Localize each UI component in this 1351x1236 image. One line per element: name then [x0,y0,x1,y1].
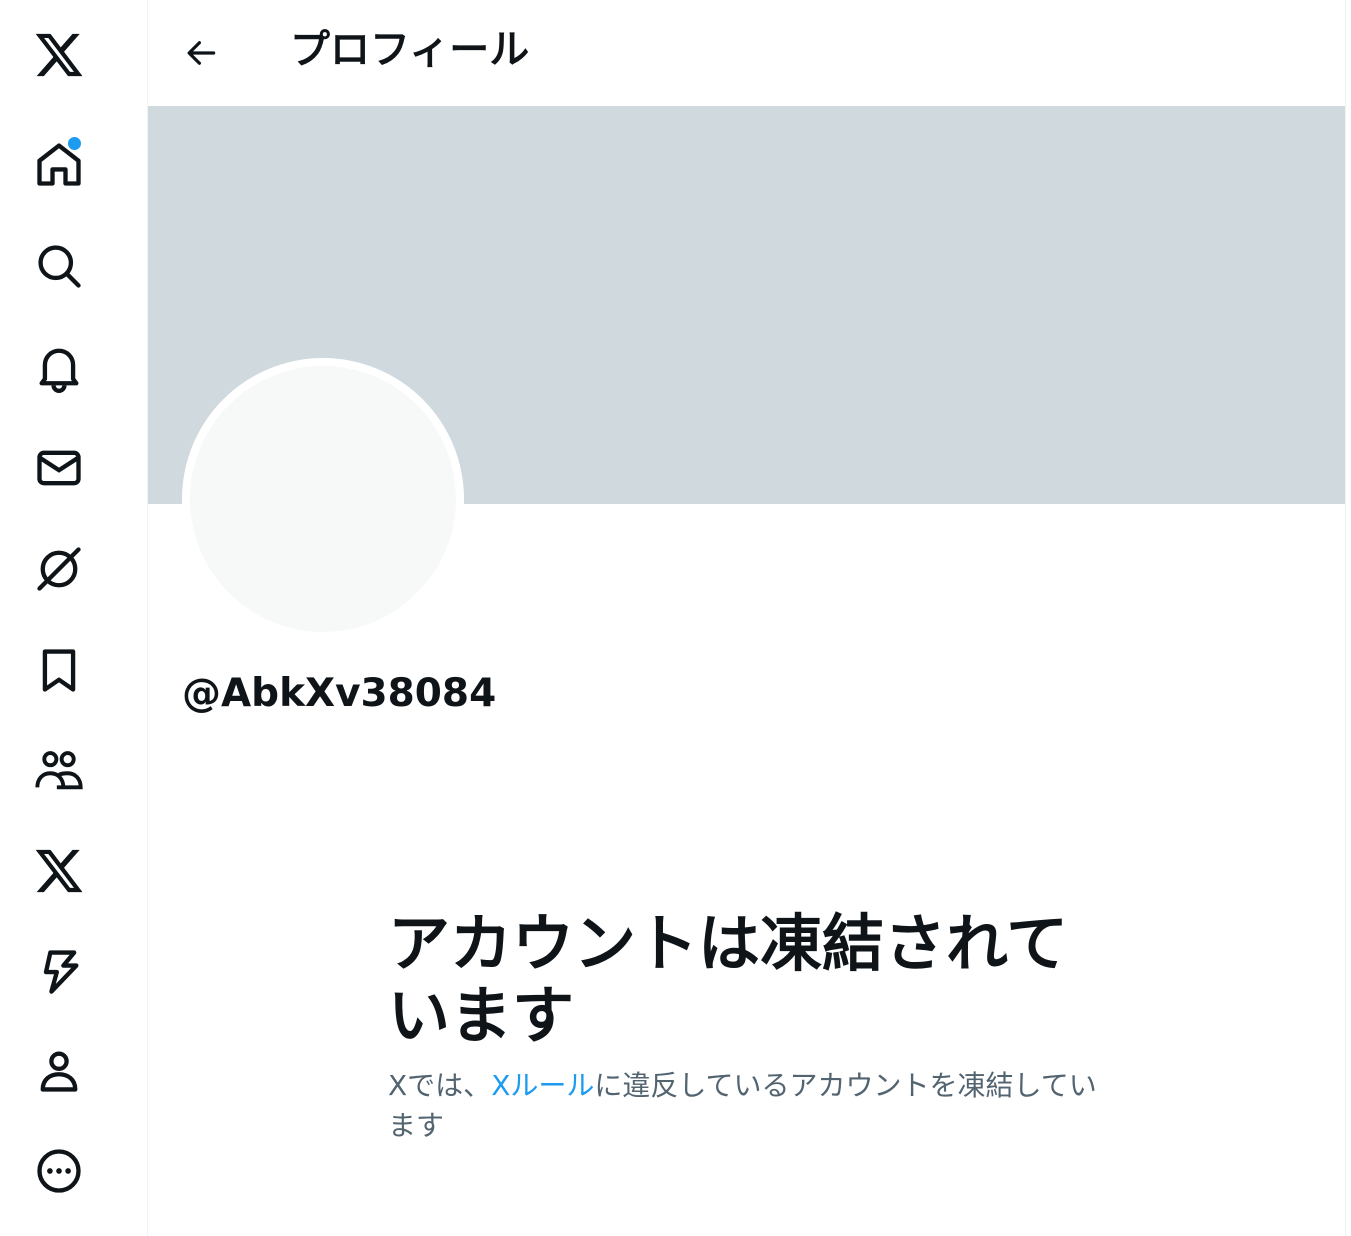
sidebar-item-communities[interactable] [30,741,88,799]
suspended-notice: アカウントは凍結されています Xでは、Xルールに違反しているアカウントを凍結して… [388,907,1097,1146]
sidebar-item-profile[interactable] [30,1042,88,1100]
grok-icon [37,547,81,591]
mail-icon [37,450,81,486]
premium-x-icon [35,849,83,893]
communities-icon [35,751,83,790]
more-icon [37,1149,81,1193]
sidebar-item-notifications[interactable] [30,338,88,396]
page-title: プロフィール [290,27,530,73]
x-logo-icon [35,33,83,77]
sidebar-nav [0,0,148,1236]
suspended-desc-prefix: Xでは、 [388,1069,492,1102]
profile-main-column: プロフィール @AbkXv38084 アカウントは凍結されています Xでは、Xル… [148,0,1346,1236]
app-root: プロフィール @AbkXv38084 アカウントは凍結されています Xでは、Xル… [0,0,1351,1236]
sidebar-item-messages[interactable] [30,439,88,497]
back-button[interactable] [176,28,226,78]
avatar [190,366,456,632]
suspended-title: アカウントは凍結されています [388,907,1069,1052]
profile-header: プロフィール [148,0,1345,105]
sidebar-item-bookmarks[interactable] [30,641,88,699]
bookmark-icon [42,649,76,692]
profile-icon [40,1051,78,1092]
suspended-description: Xでは、Xルールに違反しているアカウントを凍結しています [388,1066,1098,1146]
sidebar-item-more[interactable] [30,1142,88,1200]
lightning-icon [43,950,79,994]
sidebar-item-verified-orgs[interactable] [30,942,88,1000]
sidebar-item-home[interactable] [30,135,88,193]
x-logo-link[interactable] [30,26,88,84]
notification-badge-dot [66,135,83,152]
x-rules-link[interactable]: Xルール [491,1069,594,1102]
sidebar-item-explore[interactable] [30,237,88,295]
arrow-left-icon [187,41,216,65]
sidebar-item-premium[interactable] [30,842,88,900]
search-icon [38,245,81,288]
profile-handle: @AbkXv38084 [182,671,497,716]
bell-icon [39,348,79,393]
sidebar-item-grok[interactable] [30,540,88,598]
